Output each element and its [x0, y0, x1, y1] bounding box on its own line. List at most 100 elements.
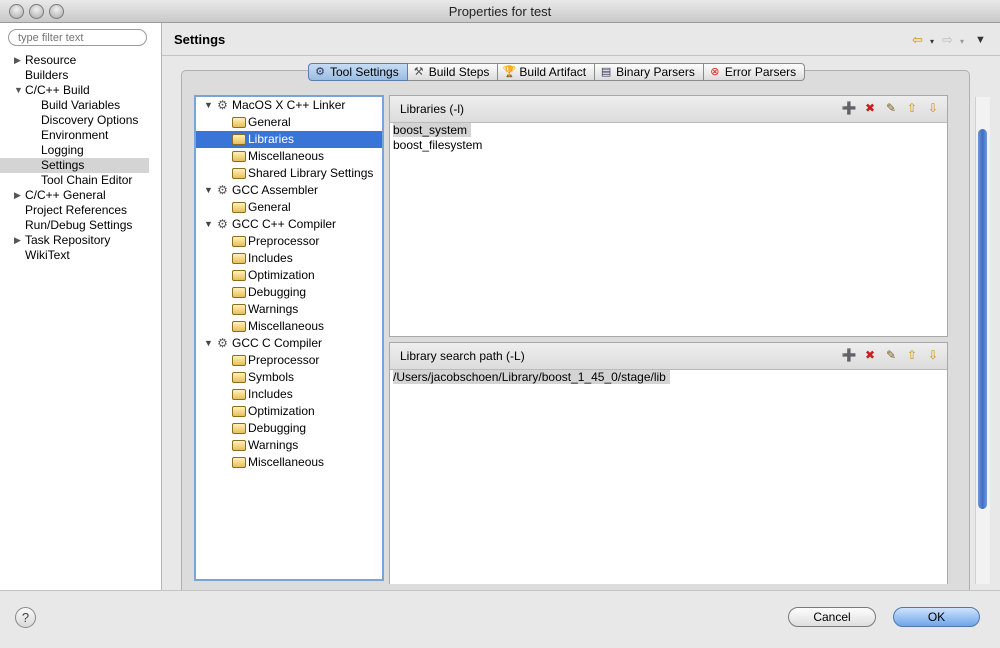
list-item-text: boost_filesystem: [393, 138, 483, 152]
cancel-button[interactable]: Cancel: [788, 607, 876, 627]
nav-item-build-variables[interactable]: Build Variables: [0, 98, 161, 113]
move-up-icon[interactable]: ⇧: [904, 347, 920, 363]
list-item[interactable]: boost_filesystem: [390, 138, 947, 153]
vertical-scrollbar[interactable]: [975, 97, 990, 584]
option-node-optimization[interactable]: Optimization: [196, 403, 382, 420]
build-steps-icon: ⚒: [413, 66, 424, 78]
option-node-shared-library-settings[interactable]: Shared Library Settings: [196, 165, 382, 182]
tool-node-gcc-c-compiler[interactable]: ▼ ⚙ GCC C Compiler: [196, 335, 382, 352]
tree-node-label: GCC C++ Compiler: [232, 217, 337, 231]
delete-icon[interactable]: ✖: [862, 347, 878, 363]
nav-item-c-c-build[interactable]: ▼ C/C++ Build: [0, 83, 161, 98]
tab-error-parsers[interactable]: ⊗ Error Parsers: [703, 63, 806, 81]
option-node-symbols[interactable]: Symbols: [196, 369, 382, 386]
add-icon[interactable]: ➕: [841, 100, 857, 116]
collapsed-arrow-icon[interactable]: ▶: [14, 188, 21, 203]
nav-item-logging[interactable]: Logging: [0, 143, 161, 158]
option-category-icon: [232, 117, 246, 128]
list-item-text: boost_system: [393, 123, 472, 137]
tree-node-label: Miscellaneous: [248, 319, 325, 333]
list-item-text: /Users/jacobschoen/Library/boost_1_45_0/…: [393, 370, 670, 384]
ok-button[interactable]: OK: [893, 607, 980, 627]
tree-node-label: Warnings: [248, 302, 299, 316]
option-node-miscellaneous[interactable]: Miscellaneous: [196, 318, 382, 335]
option-node-miscellaneous[interactable]: Miscellaneous: [196, 148, 382, 165]
option-node-miscellaneous[interactable]: Miscellaneous: [196, 454, 382, 471]
tab-build-steps[interactable]: ⚒ Build Steps: [407, 63, 499, 81]
nav-item-discovery-options[interactable]: Discovery Options: [0, 113, 161, 128]
option-node-warnings[interactable]: Warnings: [196, 437, 382, 454]
help-button[interactable]: ?: [15, 607, 36, 628]
library-search-path-list[interactable]: /Users/jacobschoen/Library/boost_1_45_0/…: [390, 370, 947, 385]
tree-node-label: Libraries: [248, 132, 295, 146]
nav-item-label: Tool Chain Editor: [41, 173, 133, 187]
tool-node-gcc-c-compiler[interactable]: ▼ ⚙ GCC C++ Compiler: [196, 216, 382, 233]
library-search-path-title: Library search path (-L): [400, 349, 525, 363]
nav-item-settings[interactable]: Settings: [0, 158, 149, 173]
collapsed-arrow-icon[interactable]: ▶: [14, 53, 21, 68]
option-category-icon: [232, 406, 246, 417]
expanded-arrow-icon[interactable]: ▼: [204, 97, 213, 114]
tool-node-gcc-assembler[interactable]: ▼ ⚙ GCC Assembler: [196, 182, 382, 199]
tool-gear-icon: ⚙: [217, 217, 228, 231]
back-arrow-icon[interactable]: ⇦: [912, 32, 923, 48]
expanded-arrow-icon[interactable]: ▼: [204, 216, 213, 233]
expanded-arrow-icon[interactable]: ▼: [204, 182, 213, 199]
edit-icon[interactable]: ✎: [883, 100, 899, 116]
option-node-includes[interactable]: Includes: [196, 250, 382, 267]
scrollbar-thumb[interactable]: [978, 129, 987, 509]
nav-item-wikitext[interactable]: WikiText: [0, 248, 161, 263]
move-down-icon[interactable]: ⇩: [925, 100, 941, 116]
tree-node-label: GCC C Compiler: [232, 336, 323, 350]
tab-binary-parsers[interactable]: ▤ Binary Parsers: [595, 63, 704, 81]
nav-item-label: C/C++ General: [25, 188, 106, 202]
option-node-general[interactable]: General: [196, 114, 382, 131]
nav-item-builders[interactable]: Builders: [0, 68, 161, 83]
list-item[interactable]: /Users/jacobschoen/Library/boost_1_45_0/…: [390, 370, 947, 385]
option-node-libraries[interactable]: Libraries: [196, 131, 382, 148]
move-down-icon[interactable]: ⇩: [925, 347, 941, 363]
tree-node-label: Shared Library Settings: [248, 166, 374, 180]
libraries-list[interactable]: boost_system boost_filesystem: [390, 123, 947, 153]
nav-item-tool-chain-editor[interactable]: Tool Chain Editor: [0, 173, 161, 188]
option-category-icon: [232, 457, 246, 468]
option-node-debugging[interactable]: Debugging: [196, 284, 382, 301]
tree-node-label: Includes: [248, 387, 293, 401]
nav-item-run-debug-settings[interactable]: Run/Debug Settings: [0, 218, 161, 233]
forward-dropdown-icon[interactable]: ▾: [960, 37, 964, 46]
option-node-preprocessor[interactable]: Preprocessor: [196, 352, 382, 369]
add-icon[interactable]: ➕: [841, 347, 857, 363]
option-node-includes[interactable]: Includes: [196, 386, 382, 403]
back-dropdown-icon[interactable]: ▾: [930, 37, 934, 46]
tool-node-macos-x-c-linker[interactable]: ▼ ⚙ MacOS X C++ Linker: [196, 97, 382, 114]
option-node-optimization[interactable]: Optimization: [196, 267, 382, 284]
forward-arrow-icon[interactable]: ⇨: [942, 32, 953, 48]
option-node-debugging[interactable]: Debugging: [196, 420, 382, 437]
nav-item-project-references[interactable]: Project References: [0, 203, 161, 218]
nav-item-resource[interactable]: ▶ Resource: [0, 53, 161, 68]
nav-item-label: WikiText: [25, 248, 70, 262]
filter-input[interactable]: [8, 29, 147, 46]
tree-node-label: Preprocessor: [248, 234, 320, 248]
collapsed-arrow-icon[interactable]: ▶: [14, 233, 21, 248]
libraries-toolbar: ➕ ✖ ✎ ⇧ ⇩: [841, 100, 941, 116]
expanded-arrow-icon[interactable]: ▼: [14, 83, 23, 98]
option-node-preprocessor[interactable]: Preprocessor: [196, 233, 382, 250]
list-item[interactable]: boost_system: [390, 123, 947, 138]
nav-item-environment[interactable]: Environment: [0, 128, 161, 143]
tab-tool-settings[interactable]: ⚙ Tool Settings: [308, 63, 408, 81]
nav-item-task-repository[interactable]: ▶ Task Repository: [0, 233, 161, 248]
tab-build-artifact[interactable]: 🏆 Build Artifact: [498, 63, 596, 81]
view-menu-icon[interactable]: ▼: [975, 34, 986, 46]
tab-label: Build Steps: [428, 65, 490, 79]
nav-item-c-c-general[interactable]: ▶ C/C++ General: [0, 188, 161, 203]
edit-icon[interactable]: ✎: [883, 347, 899, 363]
expanded-arrow-icon[interactable]: ▼: [204, 335, 213, 352]
move-up-icon[interactable]: ⇧: [904, 100, 920, 116]
option-node-warnings[interactable]: Warnings: [196, 301, 382, 318]
nav-item-label: Discovery Options: [41, 113, 139, 127]
option-node-general[interactable]: General: [196, 199, 382, 216]
page-title: Settings: [174, 32, 226, 47]
property-pages-pane: ▶ ResourceBuilders▼C/C++ BuildBuild Varia…: [0, 23, 162, 590]
delete-icon[interactable]: ✖: [862, 100, 878, 116]
